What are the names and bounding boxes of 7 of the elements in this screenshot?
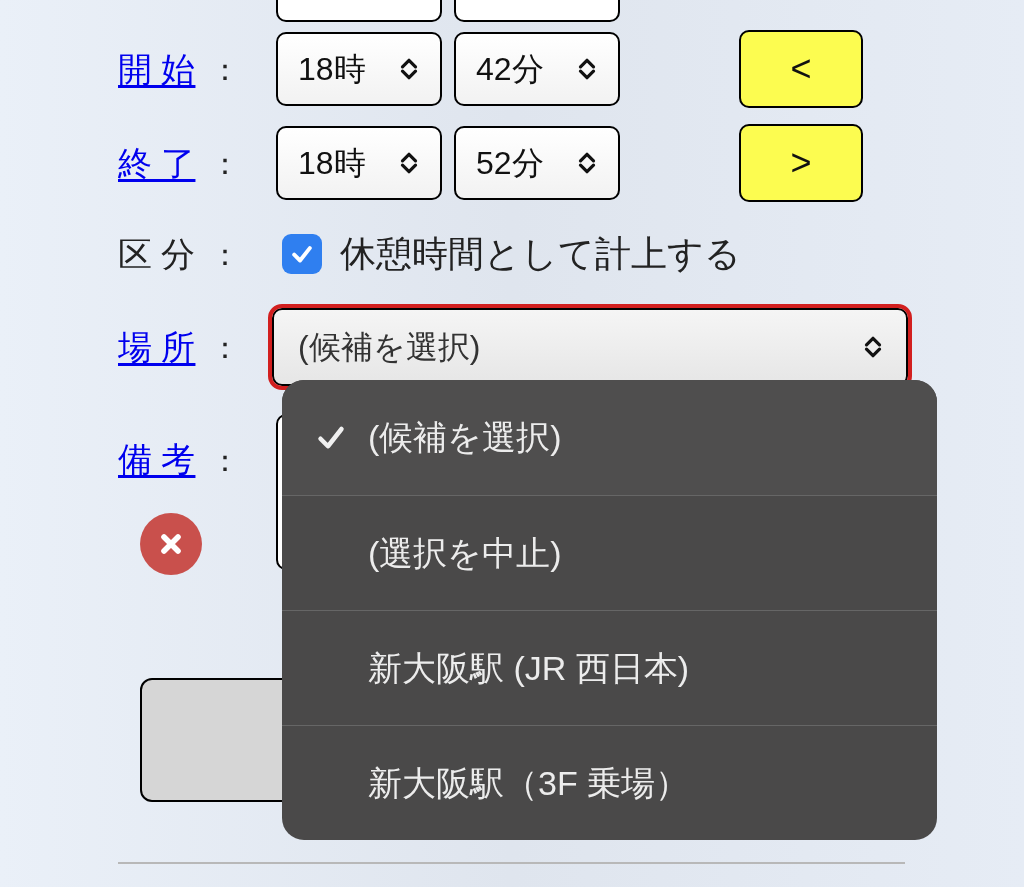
colon-text: ： — [210, 236, 241, 273]
colon-text: ： — [210, 51, 241, 88]
field-label: 区 分 — [118, 233, 197, 275]
colon-text: ： — [210, 443, 241, 479]
colon-text: ： — [210, 145, 241, 182]
colon-text: ： — [210, 329, 241, 366]
checkbox-label: 休憩時間として計上する — [340, 232, 741, 276]
